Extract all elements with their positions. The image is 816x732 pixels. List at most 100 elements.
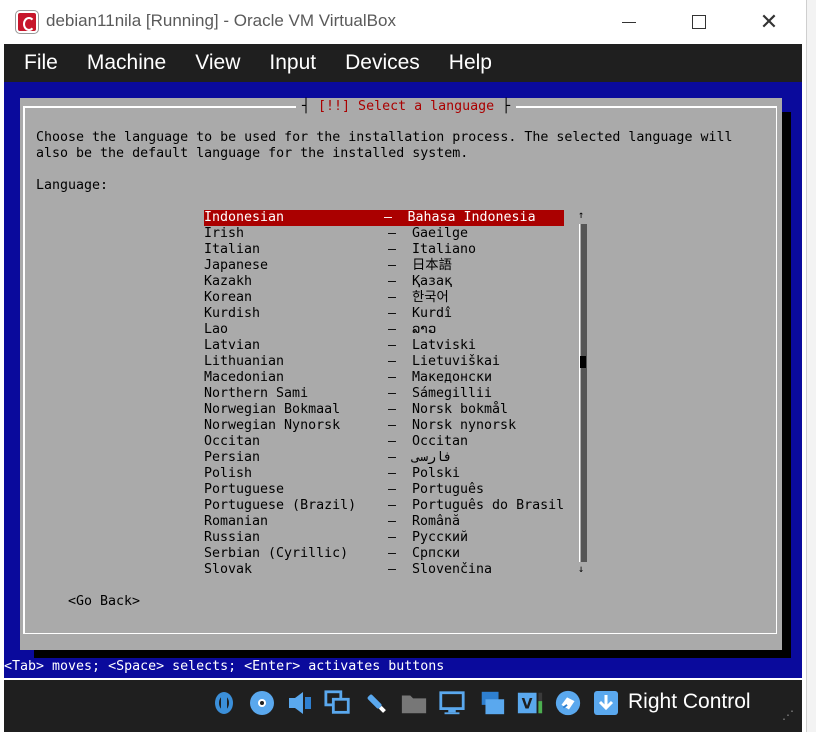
go-back-button[interactable]: <Go Back> (68, 594, 140, 610)
resize-grip-icon[interactable]: ⋰ (782, 708, 794, 722)
language-separator: – (388, 306, 397, 321)
language-native-name: Slovenčina (412, 562, 493, 577)
vm-display[interactable]: ┤ [!!] Select a language ├ Choose the la… (4, 82, 802, 678)
language-option[interactable]: Japanese – 日本語 (204, 258, 572, 274)
virtualization-icon[interactable]: V (516, 689, 544, 717)
scroll-down-arrow-icon[interactable]: ↓ (578, 564, 584, 576)
language-name: Kazakh (204, 274, 253, 289)
language-name: Indonesian (204, 210, 285, 225)
language-label: Language: (36, 178, 109, 193)
language-name: Norwegian Bokmaal (204, 402, 341, 417)
language-name: Irish (204, 226, 245, 241)
minimize-icon (622, 21, 636, 23)
language-option[interactable]: Persian – فارسی (204, 450, 572, 466)
language-separator: – (388, 482, 397, 497)
language-separator: – (388, 546, 397, 561)
language-native-name: Қазақ (412, 274, 453, 289)
video-capture-icon[interactable] (478, 689, 506, 717)
close-button[interactable]: ✕ (734, 0, 804, 44)
menu-machine[interactable]: Machine (73, 44, 180, 82)
language-separator: – (388, 322, 397, 337)
audio-icon[interactable] (286, 689, 314, 717)
scroll-track[interactable] (579, 224, 587, 562)
menu-file[interactable]: File (4, 44, 72, 82)
language-option[interactable]: Korean – 한국어 (204, 290, 572, 306)
language-option[interactable]: Norwegian Bokmaal – Norsk bokmål (204, 402, 572, 418)
window-title: debian11nila [Running] - Oracle VM Virtu… (46, 11, 396, 30)
menu-view[interactable]: View (181, 44, 254, 82)
language-separator: – (388, 562, 397, 577)
language-name: Portuguese (Brazil) (204, 498, 357, 513)
language-option[interactable]: Lao – ລາວ (204, 322, 572, 338)
language-name: Portuguese (204, 482, 285, 497)
menu-input[interactable]: Input (255, 44, 330, 82)
language-option[interactable]: Portuguese (Brazil) – Português do Brasil (204, 498, 572, 514)
dialog-description: Choose the language to be used for the i… (36, 130, 733, 161)
language-native-name: Русский (412, 530, 469, 545)
maximize-icon (692, 15, 706, 29)
list-scrollbar[interactable]: ↑ ↓ (578, 210, 587, 578)
language-option[interactable]: Macedonian – Македонски (204, 370, 572, 386)
language-separator: – (388, 354, 397, 369)
maximize-button[interactable] (664, 0, 734, 44)
language-option[interactable]: Portuguese – Português (204, 482, 572, 498)
language-name: Romanian (204, 514, 269, 529)
language-name: Macedonian (204, 370, 285, 385)
menu-help[interactable]: Help (435, 44, 506, 82)
language-list[interactable]: Indonesian – Bahasa Indonesia Irish – Gaeilge… (204, 210, 572, 578)
language-option[interactable]: Romanian – Română (204, 514, 572, 530)
language-name: Polish (204, 466, 253, 481)
installer-dialog: ┤ [!!] Select a language ├ Choose the la… (20, 98, 782, 650)
language-option[interactable]: Indonesian – Bahasa Indonesia (204, 210, 564, 226)
network-icon[interactable] (324, 689, 352, 717)
language-option[interactable]: Serbian (Cyrillic) – Српски (204, 546, 572, 562)
language-option[interactable]: Irish – Gaeilge (204, 226, 572, 242)
display-icon[interactable] (438, 689, 466, 717)
scroll-thumb[interactable] (580, 356, 586, 368)
language-native-name: Italiano (412, 242, 477, 257)
language-native-name: Norsk bokmål (412, 402, 509, 417)
language-native-name: 日本語 (412, 258, 452, 273)
optical-drive-icon[interactable] (248, 689, 276, 717)
language-name: Latvian (204, 338, 261, 353)
language-option[interactable]: Russian – Русский (204, 530, 572, 546)
language-name: Norwegian Nynorsk (204, 418, 341, 433)
language-name: Persian (204, 450, 261, 465)
mouse-integration-icon[interactable] (554, 689, 582, 717)
language-option[interactable]: Kurdish – Kurdî (204, 306, 572, 322)
language-option[interactable]: Lithuanian – Lietuviškai (204, 354, 572, 370)
hard-disk-icon[interactable] (210, 689, 238, 717)
language-native-name: Polski (412, 466, 461, 481)
language-separator: – (388, 242, 397, 257)
language-option[interactable]: Polish – Polski (204, 466, 572, 482)
minimize-button[interactable] (594, 0, 664, 44)
language-native-name: Bahasa Indonesia (407, 210, 536, 225)
language-native-name: 한국어 (412, 290, 449, 305)
language-option[interactable]: Occitan – Occitan (204, 434, 572, 450)
menu-devices[interactable]: Devices (331, 44, 434, 82)
close-icon: ✕ (759, 9, 779, 35)
language-option[interactable]: Kazakh – Қазақ (204, 274, 572, 290)
language-native-name: Српски (412, 546, 461, 561)
keyboard-capture-icon[interactable] (592, 689, 620, 717)
language-separator: – (388, 338, 397, 353)
language-separator: – (388, 466, 397, 481)
language-option[interactable]: Italian – Italiano (204, 242, 572, 258)
shared-folders-icon[interactable] (400, 689, 428, 717)
language-option[interactable]: Northern Sami – Sámegillii (204, 386, 572, 402)
language-name: Kurdish (204, 306, 261, 321)
language-name: Serbian (Cyrillic) (204, 546, 349, 561)
scroll-up-arrow-icon[interactable]: ↑ (578, 210, 584, 222)
virtualbox-window: debian11nila [Running] - Oracle VM Virtu… (0, 0, 806, 732)
language-separator: – (388, 450, 397, 465)
language-option[interactable]: Norwegian Nynorsk – Norsk nynorsk (204, 418, 572, 434)
language-option[interactable]: Latvian – Latviski (204, 338, 572, 354)
usb-icon[interactable] (362, 689, 390, 717)
language-option[interactable]: Slovak – Slovenčina (204, 562, 572, 578)
title-bar[interactable]: debian11nila [Running] - Oracle VM Virtu… (0, 0, 806, 44)
language-name: Northern Sami (204, 386, 309, 401)
language-name: Korean (204, 290, 253, 305)
language-separator: – (384, 210, 393, 225)
keyboard-help-line: <Tab> moves; <Space> selects; <Enter> ac… (4, 658, 802, 676)
language-native-name: فارسی (412, 450, 453, 465)
